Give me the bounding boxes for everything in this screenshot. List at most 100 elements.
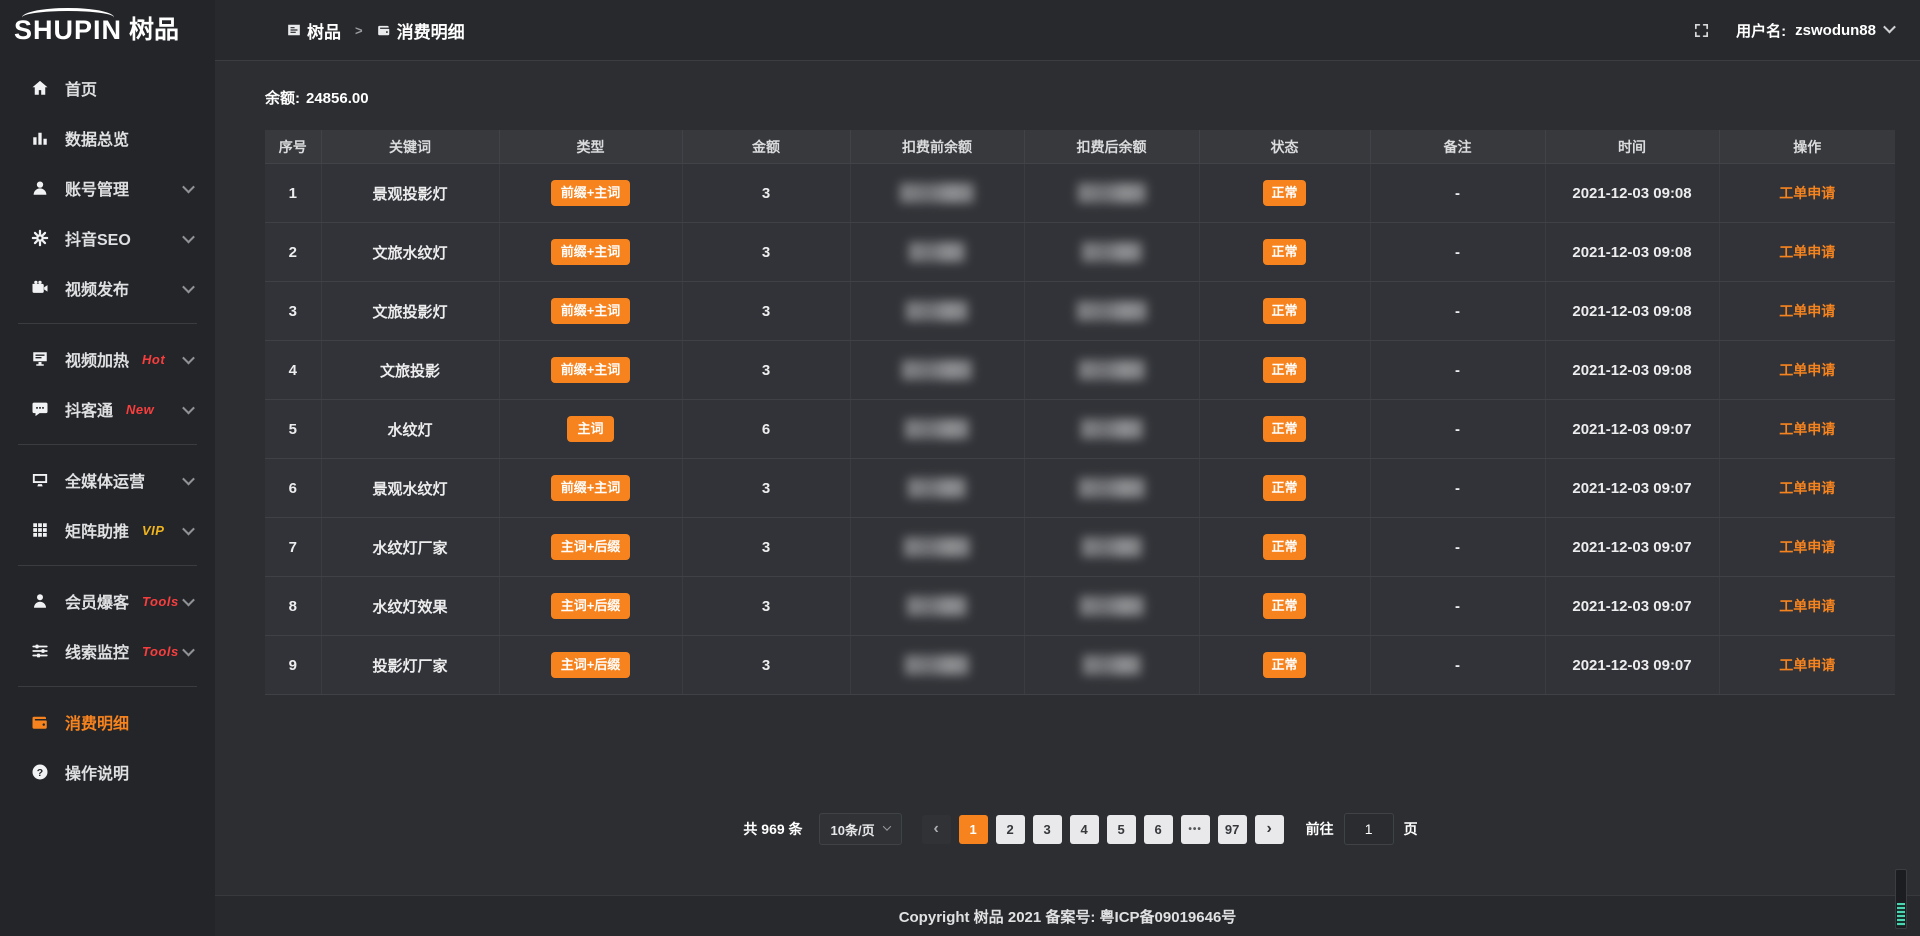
scroll-widget[interactable] (1895, 869, 1907, 929)
consumption-table: 序号关键词类型金额扣费前余额扣费后余额状态备注时间操作 1景观投影灯前缀+主词3… (265, 130, 1895, 695)
sidebar-item-label: 首页 (65, 76, 97, 100)
page-button-1[interactable]: 1 (959, 815, 988, 844)
user-dropdown[interactable]: 用户名: zswodun88 (1736, 20, 1894, 41)
balance-after-cell (1024, 223, 1199, 282)
page-button-5[interactable]: 5 (1107, 815, 1136, 844)
gear-icon (30, 228, 50, 248)
work-order-link[interactable]: 工单申请 (1779, 598, 1835, 614)
more-pages-button[interactable]: ••• (1181, 815, 1210, 844)
sidebar-item-consumption-detail[interactable]: 消费明细 (0, 697, 215, 747)
sidebar-item-data-overview[interactable]: 数据总览 (0, 113, 215, 163)
type-badge: 前缀+主词 (551, 475, 631, 501)
type-badge: 主词 (567, 416, 613, 442)
work-order-link[interactable]: 工单申请 (1779, 421, 1835, 437)
next-page-button[interactable]: › (1255, 815, 1284, 844)
action-cell: 工单申请 (1719, 459, 1895, 518)
balance: 余额:24856.00 (265, 89, 1896, 109)
balance-before-cell (850, 341, 1024, 400)
index-cell: 2 (265, 223, 321, 282)
sidebar-item-video-publish[interactable]: 视频发布 (0, 263, 215, 313)
type-badge: 前缀+主词 (551, 298, 631, 324)
column-header-8: 时间 (1545, 130, 1719, 164)
table-row: 4文旅投影前缀+主词3正常-2021-12-03 09:08工单申请 (265, 341, 1895, 400)
sidebar-item-all-media-operation[interactable]: 全媒体运营 (0, 455, 215, 505)
copyright-text: Copyright 树品 2021 备案号: 粤ICP备09019646号 (899, 906, 1237, 927)
brand-logo[interactable]: SHUPIN 树品 (0, 0, 215, 60)
index-cell: 8 (265, 577, 321, 636)
remark-cell: - (1370, 223, 1545, 282)
work-order-link[interactable]: 工单申请 (1779, 244, 1835, 260)
wallet-icon (30, 712, 50, 732)
time-cell: 2021-12-03 09:08 (1545, 223, 1719, 282)
work-order-link[interactable]: 工单申请 (1779, 480, 1835, 496)
sidebar-menu: 首页数据总览账号管理抖音SEO视频发布视频加热Hot抖客通New 全媒体运营矩阵助… (0, 60, 215, 797)
home-icon (30, 78, 50, 98)
chevron-down-icon (184, 355, 193, 364)
sidebar-item-member-baoke[interactable]: 会员爆客Tools (0, 576, 215, 626)
keyword-cell: 水纹灯 (321, 400, 499, 459)
sidebar-item-clue-monitor[interactable]: 线索监控Tools (0, 626, 215, 676)
sidebar-item-account-management[interactable]: 账号管理 (0, 163, 215, 213)
page-button-2[interactable]: 2 (996, 815, 1025, 844)
masked-balance-after (1082, 537, 1142, 557)
sidebar-item-label: 全媒体运营 (65, 468, 145, 492)
prev-page-button[interactable]: ‹ (922, 815, 951, 844)
chevron-down-icon (184, 234, 193, 243)
type-cell: 主词+后缀 (499, 577, 682, 636)
page-button-4[interactable]: 4 (1070, 815, 1099, 844)
work-order-link[interactable]: 工单申请 (1779, 657, 1835, 673)
sidebar-item-label: 消费明细 (65, 710, 129, 734)
column-header-1: 关键词 (321, 130, 499, 164)
sidebar-item-douyin-seo[interactable]: 抖音SEO (0, 213, 215, 263)
keyword-cell: 景观水纹灯 (321, 459, 499, 518)
work-order-link[interactable]: 工单申请 (1779, 539, 1835, 555)
sidebar-item-badge: Hot (142, 352, 165, 367)
screen-icon (30, 349, 50, 369)
balance-after-cell (1024, 518, 1199, 577)
masked-balance-after (1077, 301, 1147, 321)
sidebar-item-douketong[interactable]: 抖客通New (0, 384, 215, 434)
sidebar-item-operation-guide[interactable]: ?操作说明 (0, 747, 215, 797)
user-icon (30, 178, 50, 198)
chat-icon (30, 399, 50, 419)
amount-cell: 6 (682, 400, 850, 459)
page-button-6[interactable]: 6 (1144, 815, 1173, 844)
chevron-down-icon (1883, 21, 1896, 34)
brand-logo-cn: 树品 (129, 18, 179, 43)
breadcrumb-item-home[interactable]: 树品 (287, 18, 341, 43)
work-order-link[interactable]: 工单申请 (1779, 185, 1835, 201)
index-cell: 9 (265, 636, 321, 695)
masked-balance-after (1082, 242, 1142, 262)
sidebar-item-matrix-boost[interactable]: 矩阵助推VIP (0, 505, 215, 555)
footer: Copyright 树品 2021 备案号: 粤ICP备09019646号 (215, 895, 1920, 936)
chevron-down-icon (882, 822, 890, 830)
work-order-link[interactable]: 工单申请 (1779, 362, 1835, 378)
sidebar-divider (18, 565, 197, 566)
status-badge: 正常 (1263, 652, 1305, 678)
status-badge: 正常 (1263, 357, 1305, 383)
masked-balance-before (904, 537, 970, 557)
type-badge: 前缀+主词 (551, 357, 631, 383)
chart-icon (30, 128, 50, 148)
sidebar-item-video-heat[interactable]: 视频加热Hot (0, 334, 215, 384)
balance-before-cell (850, 636, 1024, 695)
page-button-3[interactable]: 3 (1033, 815, 1062, 844)
work-order-link[interactable]: 工单申请 (1779, 303, 1835, 319)
type-cell: 前缀+主词 (499, 341, 682, 400)
page-size-select[interactable]: 10条/页 (819, 813, 902, 845)
type-badge: 主词+后缀 (551, 593, 631, 619)
fullscreen-icon[interactable] (1693, 22, 1710, 39)
remark-cell: - (1370, 164, 1545, 223)
chevron-down-icon (184, 284, 193, 293)
breadcrumb-item-current[interactable]: 消费明细 (377, 18, 465, 43)
table-row: 5水纹灯主词6正常-2021-12-03 09:07工单申请 (265, 400, 1895, 459)
page-button-97[interactable]: 97 (1218, 815, 1247, 844)
keyword-cell: 文旅投影灯 (321, 282, 499, 341)
topbar: 树品 > 消费明细 用户名: zswodun88 (215, 0, 1920, 61)
balance-after-cell (1024, 164, 1199, 223)
type-cell: 前缀+主词 (499, 459, 682, 518)
sidebar-item-home[interactable]: 首页 (0, 63, 215, 113)
chevron-down-icon (184, 405, 193, 414)
goto-page-input[interactable] (1344, 813, 1394, 845)
keyword-cell: 水纹灯厂家 (321, 518, 499, 577)
